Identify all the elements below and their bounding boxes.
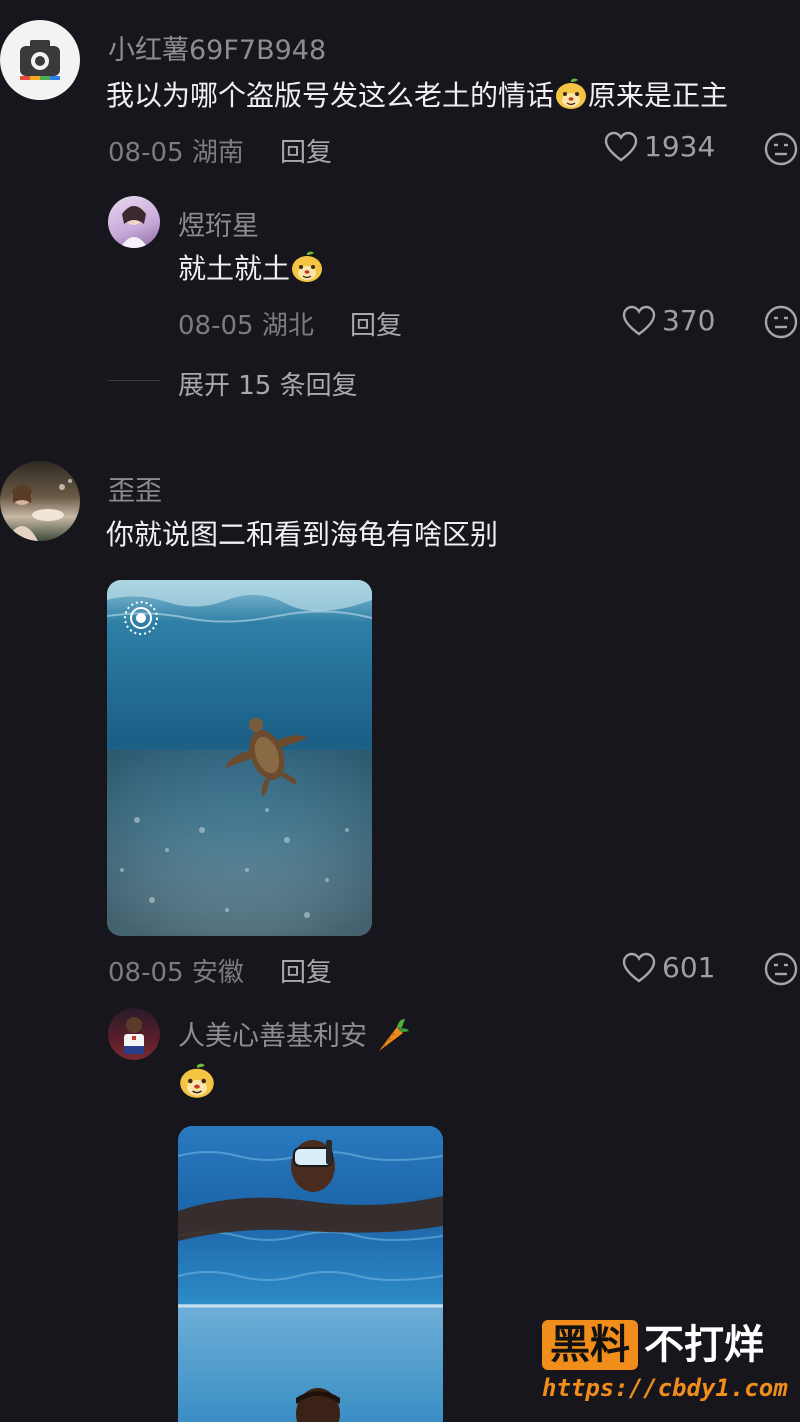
comment-text-part: 我以为哪个盗版号发这么老土的情话: [106, 79, 555, 112]
watermark-brand-main: 黑料: [542, 1320, 638, 1370]
reply-image-snorkel[interactable]: [178, 1126, 443, 1422]
watermark-brand-rest: 不打烊: [644, 1322, 764, 1368]
comment-date: 08-05 安徽: [108, 952, 244, 989]
reply-username[interactable]: 煜珩星: [178, 204, 259, 243]
date-text: 08-05: [178, 311, 254, 341]
comment-text-part: 原来是正主: [588, 79, 729, 112]
region-text: 安徽: [191, 958, 244, 988]
avatar-portrait-icon: [120, 206, 148, 248]
like-count: 370: [662, 304, 716, 337]
region-text: 湖南: [191, 138, 244, 168]
user-avatar[interactable]: [0, 20, 80, 100]
comment-image-turtle[interactable]: [107, 580, 372, 936]
reply-date: 08-05 湖北: [178, 305, 314, 342]
expand-replies-button[interactable]: 展开 15 条回复: [178, 365, 358, 402]
reply-username-text: 人美心善基利安: [178, 1021, 367, 1052]
reply-text-part: 就土就土: [178, 252, 291, 285]
comment-username[interactable]: 小红薯69F7B948: [108, 28, 326, 67]
reply-button[interactable]: 回复: [350, 305, 402, 342]
reply-button[interactable]: 回复: [280, 132, 332, 169]
dislike-face-icon[interactable]: [764, 952, 798, 986]
snorkel-photo: [178, 1126, 443, 1422]
comment-text: 你就说图二和看到海龟有啥区别: [106, 518, 499, 551]
reply-button[interactable]: 回复: [280, 952, 332, 989]
sea-turtle-photo: [107, 580, 372, 936]
user-avatar[interactable]: [108, 196, 160, 248]
dislike-face-icon[interactable]: [764, 305, 798, 339]
carrot-emoji-icon: [379, 1019, 409, 1051]
like-button[interactable]: 370: [622, 304, 715, 337]
expand-divider: [108, 380, 160, 381]
date-text: 08-05: [108, 138, 184, 168]
date-text: 08-05: [108, 958, 184, 988]
camera-avatar-icon: [20, 40, 60, 80]
avatar-portrait-icon: [124, 1017, 144, 1054]
heart-icon: [622, 952, 656, 982]
dislike-face-icon[interactable]: [764, 132, 798, 166]
watermark-url: https://cbdy1.com: [542, 1374, 788, 1402]
like-button[interactable]: 601: [622, 951, 715, 984]
comment-date: 08-05 湖南: [108, 132, 244, 169]
mango-face-emoji-icon: [292, 251, 323, 282]
heart-icon: [622, 305, 656, 335]
like-count: 1934: [644, 130, 716, 163]
comment-text: 我以为哪个盗版号发这么老土的情话 原来是正主: [106, 76, 728, 116]
region-text: 湖北: [261, 311, 314, 341]
mango-face-emoji-icon: [556, 78, 587, 109]
comment-username[interactable]: 歪歪: [108, 469, 162, 508]
reply-username[interactable]: 人美心善基利安: [178, 1014, 411, 1055]
watermark: 黑料 不打烊 https://cbdy1.com: [542, 1320, 788, 1402]
like-count: 601: [662, 951, 716, 984]
mango-face-emoji-icon: [180, 1063, 214, 1098]
reply-text: 就土就土: [178, 249, 324, 289]
user-avatar[interactable]: [0, 461, 80, 541]
user-avatar[interactable]: [108, 1008, 160, 1060]
heart-icon: [604, 131, 638, 161]
avatar-photo-icon: [6, 479, 72, 541]
like-button[interactable]: 1934: [604, 130, 715, 163]
